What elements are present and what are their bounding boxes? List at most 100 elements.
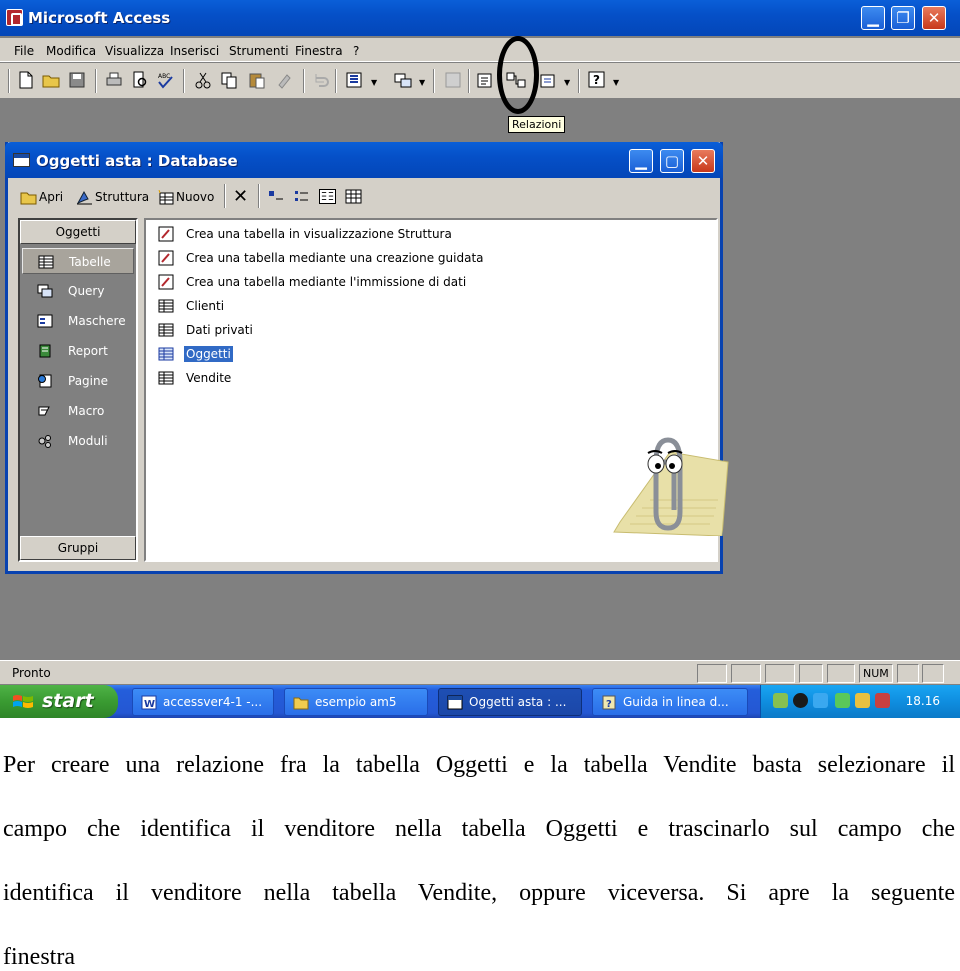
security-icon[interactable] [835,693,850,708]
save-icon[interactable] [67,70,87,90]
details-view-icon[interactable] [345,189,362,204]
new-object-icon[interactable] [538,70,558,90]
help-icon[interactable]: ? [587,70,607,90]
list-item-dati-privati[interactable]: Dati privati [154,320,255,340]
object-modules[interactable]: Moduli [22,428,134,454]
menu-bar: File Modifica Visualizza Inserisci Strum… [0,38,960,62]
page-icon [38,374,52,388]
open-icon[interactable] [41,70,61,90]
relationships-tooltip: Relazioni [508,116,566,133]
object-label: Maschere [68,314,126,328]
object-macros[interactable]: Macro [22,398,134,424]
menu-inserisci[interactable]: Inserisci [170,44,219,58]
wizard-icon [158,226,174,242]
menu-file[interactable]: File [14,44,34,58]
monitor-icon[interactable] [855,693,870,708]
design-icon [76,190,92,205]
list-item-vendite[interactable]: Vendite [154,368,233,388]
restore-button[interactable]: ❐ [891,6,915,30]
toolbar-separator [433,69,435,93]
menu-strumenti[interactable]: Strumenti [229,44,289,58]
properties-icon[interactable] [475,70,495,90]
new-table-icon [158,190,174,205]
list-item-create-design[interactable]: Crea una tabella in visualizzazione Stru… [154,224,454,244]
new-button[interactable]: Nuovo [157,190,214,205]
object-label: Pagine [68,374,108,388]
object-label: Macro [68,404,105,418]
taskbar-button-guida[interactable]: ? Guida in linea d... [592,688,748,716]
list-item-create-datasheet[interactable]: Crea una tabella mediante l'immissione d… [154,272,468,292]
database-icon[interactable] [13,153,30,167]
chevron-down-icon[interactable]: ▼ [371,78,377,87]
status-cell [897,664,919,683]
taskbar-button-esempio[interactable]: esempio am5 [284,688,428,716]
network-icon[interactable] [773,693,788,708]
toolbar-separator [578,69,580,93]
groups-footer-button[interactable]: Gruppi [20,536,136,560]
large-icons-view-icon[interactable] [267,189,284,204]
start-button[interactable]: start [0,685,118,718]
list-item-label: Oggetti [184,346,233,362]
restore-icon: ❐ [896,9,910,27]
list-view-icon[interactable] [319,189,336,204]
start-label: start [42,690,94,712]
analyze-icon[interactable] [393,70,413,90]
object-reports[interactable]: Report [22,338,134,364]
print-preview-icon[interactable] [130,70,150,90]
database-window-title-bar[interactable]: Oggetti asta : Database ▁ ▢ ✕ [5,142,723,178]
code-icon[interactable] [443,70,463,90]
chevron-down-icon[interactable]: ▼ [613,78,619,87]
taskbar-button-accessver[interactable]: W accessver4-1 -... [132,688,274,716]
copy-icon[interactable] [219,70,239,90]
access-app-icon[interactable] [6,9,23,26]
object-queries[interactable]: Query [22,278,134,304]
open-object-icon [20,192,37,205]
new-icon[interactable] [16,70,36,90]
menu-modifica[interactable]: Modifica [46,44,96,58]
menu-visualizza[interactable]: Visualizza [105,44,164,58]
object-tables[interactable]: Tabelle [22,248,134,274]
app-title-bar[interactable]: Microsoft Access ▁ ❐ ✕ [0,0,960,36]
undo-icon[interactable] [311,70,331,90]
menu-finestra[interactable]: Finestra [295,44,343,58]
toolbar-separator [224,184,226,208]
toolbar-separator [335,69,337,93]
db-close-button[interactable]: ✕ [691,149,715,173]
object-pages[interactable]: Pagine [22,368,134,394]
design-button[interactable]: Struttura [76,190,149,205]
highlight-circle [497,36,539,114]
small-icons-view-icon[interactable] [293,189,310,204]
toolbar-separator [303,69,305,93]
menu-help[interactable]: ? [353,44,359,58]
chevron-down-icon[interactable]: ▼ [564,78,570,87]
paste-icon[interactable] [247,70,267,90]
office-links-icon[interactable] [345,70,365,90]
cut-icon[interactable] [193,70,213,90]
minimize-button[interactable]: ▁ [861,6,885,30]
db-maximize-button[interactable]: ▢ [660,149,684,173]
close-button[interactable]: ✕ [922,6,946,30]
list-item-create-wizard[interactable]: Crea una tabella mediante una creazione … [154,248,486,268]
list-item-clienti[interactable]: Clienti [154,296,226,316]
format-painter-icon[interactable] [275,70,295,90]
chevron-down-icon[interactable]: ▼ [419,78,425,87]
spelling-icon[interactable]: ABC [155,70,175,90]
taskbar-button-oggetti-asta[interactable]: Oggetti asta : ... [438,688,582,716]
query-icon [37,284,53,298]
database-toolbar: ABC ▼ ▼ ▼ ? ▼ [0,63,960,99]
media-icon[interactable] [793,693,808,708]
list-item-oggetti[interactable]: Oggetti [154,344,233,364]
help-book-icon: ? [602,695,616,710]
db-minimize-button[interactable]: ▁ [629,149,653,173]
delete-icon[interactable]: ✕ [233,186,248,207]
objects-header-button[interactable]: Oggetti [20,220,136,244]
maximize-icon: ▢ [664,152,680,170]
volume-icon[interactable] [875,693,890,708]
print-icon[interactable] [104,70,124,90]
open-button[interactable]: Apri [20,190,63,205]
connection-icon[interactable] [813,693,828,708]
object-forms[interactable]: Maschere [22,308,134,334]
status-cell [765,664,795,683]
close-icon: ✕ [696,152,710,170]
office-assistant-clippy-icon[interactable] [610,432,730,536]
